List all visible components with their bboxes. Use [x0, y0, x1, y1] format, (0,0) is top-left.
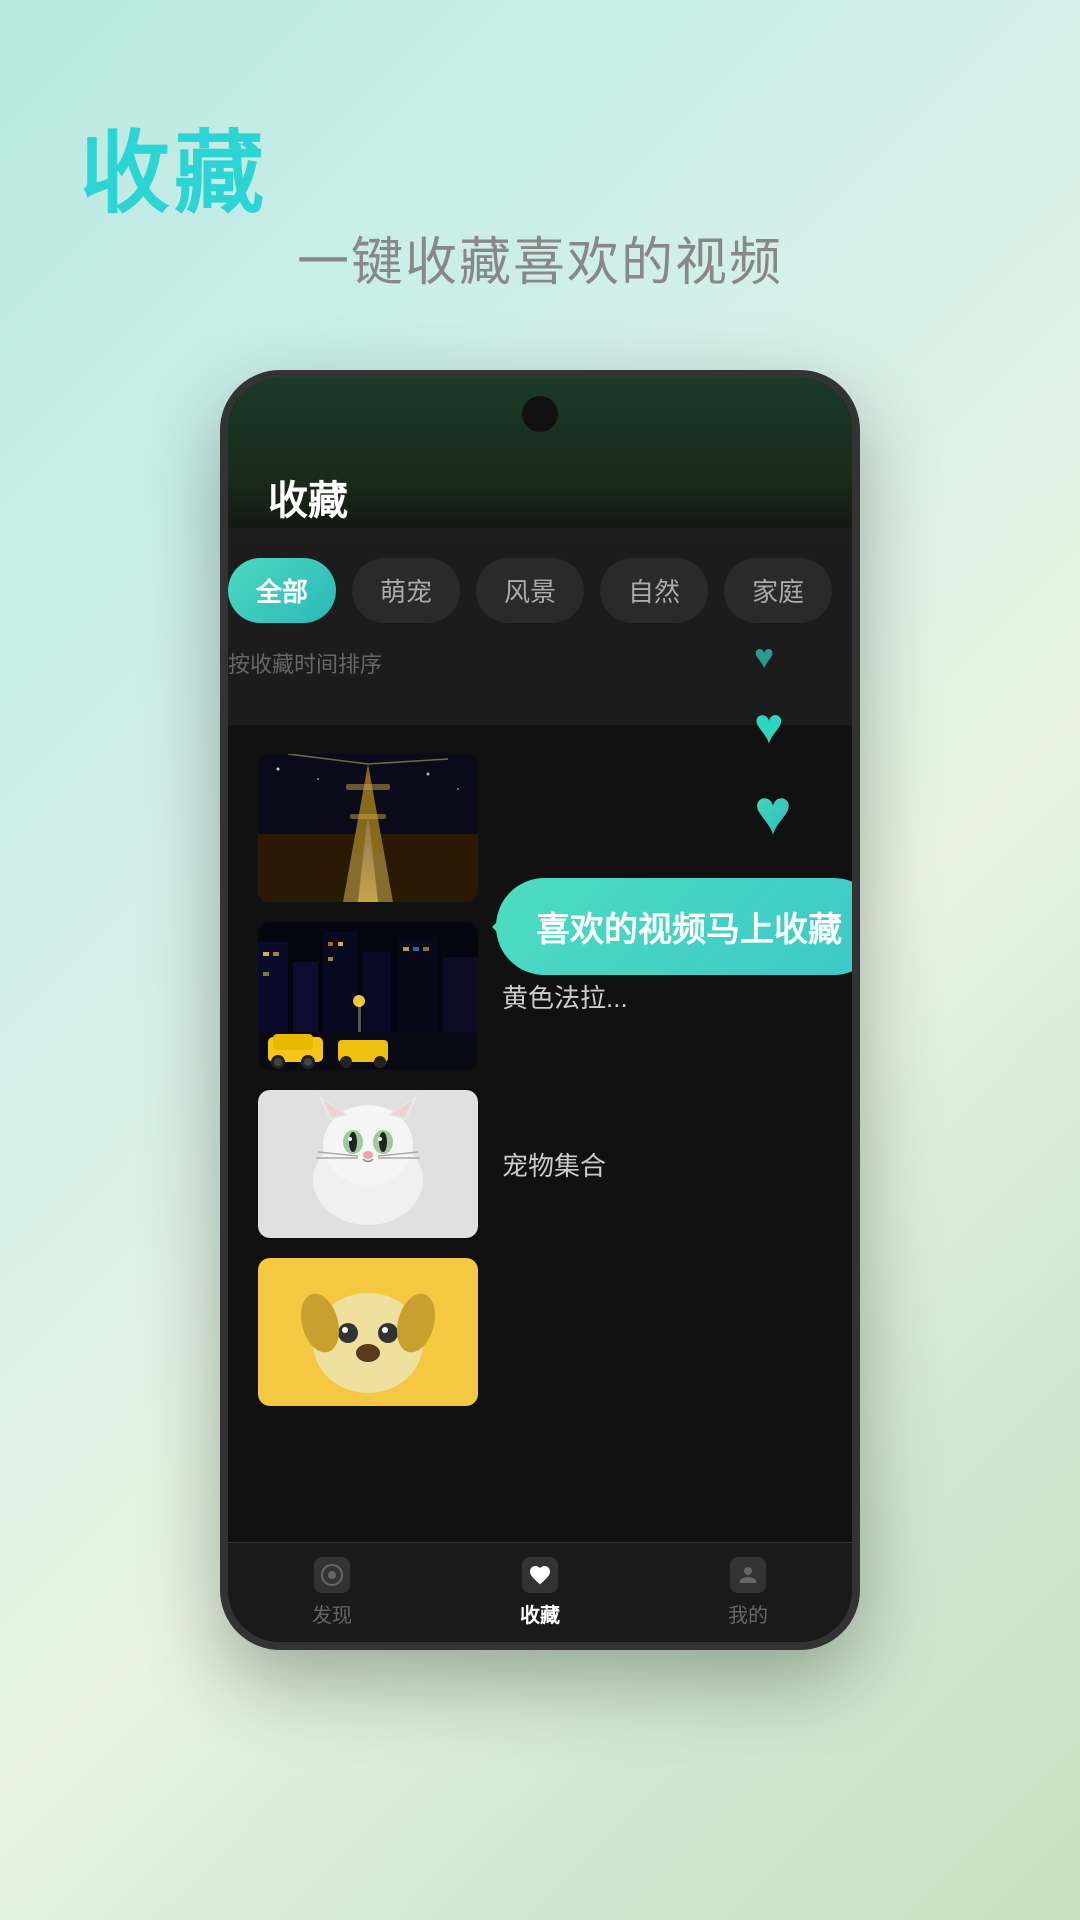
- filter-tabs: 全部 萌宠 风景 自然 家庭: [228, 558, 852, 623]
- heart-icon-small: ♥: [754, 638, 792, 677]
- filter-tab-family[interactable]: 家庭: [724, 558, 832, 623]
- video-item[interactable]: 宠物集合: [228, 1084, 852, 1244]
- filter-tab-all[interactable]: 全部: [228, 558, 336, 623]
- filter-tab-scenery[interactable]: 风景: [476, 558, 584, 623]
- video-item[interactable]: [228, 1252, 852, 1412]
- phone-screen: 收藏 全部 萌宠 风景 自然 家庭 按收藏时间排序 ♥ ♥ ♥ ♥ 喜欢的视频马…: [228, 378, 852, 1642]
- tab-mine[interactable]: 我的: [728, 1557, 768, 1628]
- phone-notch: [522, 396, 558, 432]
- heart-icon-large: ♥: [754, 775, 792, 849]
- tab-discover-label: 发现: [312, 1599, 352, 1628]
- video-thumbnail: [258, 1258, 478, 1406]
- tab-discover[interactable]: 发现: [312, 1557, 352, 1628]
- thumb-eiffel: [258, 754, 478, 902]
- video-info: 宠物集合: [502, 1146, 822, 1183]
- tab-mine-label: 我的: [728, 1599, 768, 1628]
- heart-icon-medium: ♥: [754, 697, 792, 755]
- mine-icon: [730, 1557, 766, 1593]
- bottom-tab-bar: 发现 收藏 我的: [228, 1542, 852, 1642]
- app-header-title: 收藏: [268, 468, 812, 526]
- discover-icon: [314, 1557, 350, 1593]
- tooltip-bubble: 喜欢的视频马上收藏: [496, 878, 852, 975]
- video-title: 宠物集合: [502, 1146, 822, 1183]
- page-title: 收藏: [80, 100, 268, 230]
- tab-collection[interactable]: 收藏: [520, 1557, 560, 1628]
- page-subtitle: 一键收藏喜欢的视频: [0, 220, 1080, 295]
- video-thumbnail: [258, 1090, 478, 1238]
- collection-icon: [522, 1557, 558, 1593]
- video-title: 黄色法拉...: [502, 978, 822, 1015]
- tab-collection-label: 收藏: [520, 1599, 560, 1628]
- filter-tab-nature[interactable]: 自然: [600, 558, 708, 623]
- video-thumbnail: [258, 922, 478, 1070]
- phone-mockup: 收藏 全部 萌宠 风景 自然 家庭 按收藏时间排序 ♥ ♥ ♥ ♥ 喜欢的视频马…: [220, 370, 860, 1650]
- video-info: 黄色法拉...: [502, 978, 822, 1015]
- filter-tab-pets[interactable]: 萌宠: [352, 558, 460, 623]
- video-thumbnail: [258, 754, 478, 902]
